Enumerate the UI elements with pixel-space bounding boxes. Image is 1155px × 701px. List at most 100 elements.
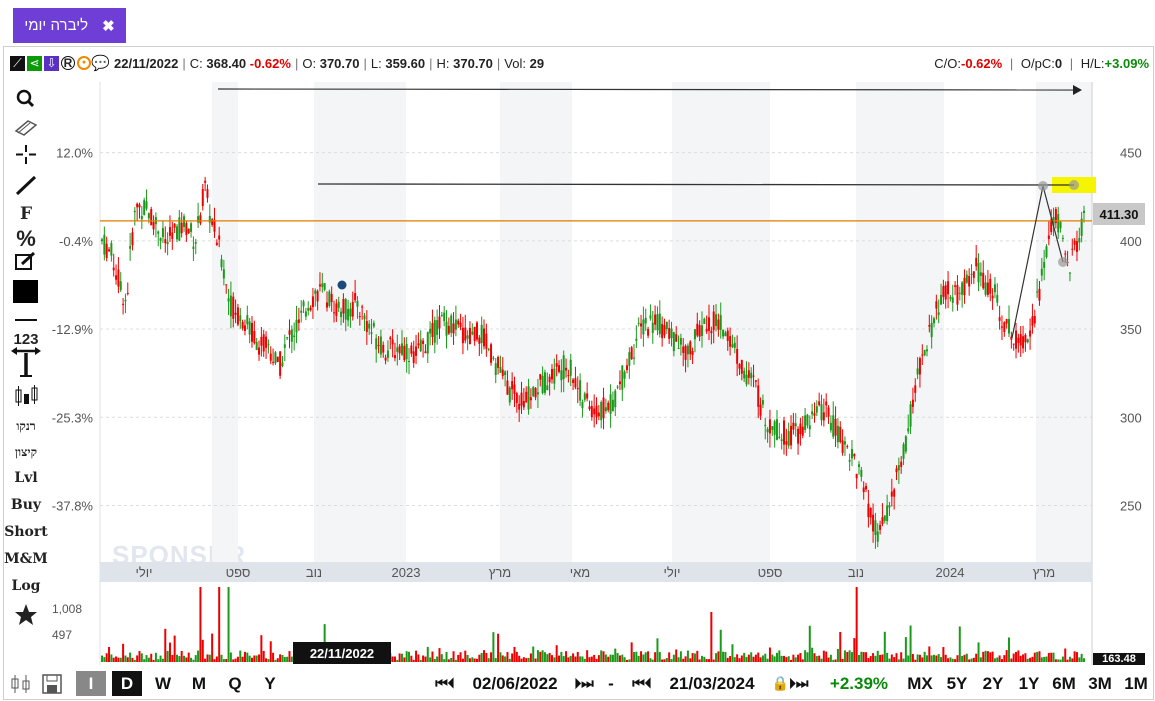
volume-bar bbox=[131, 657, 134, 662]
candle-body bbox=[651, 322, 654, 333]
volume-bar bbox=[265, 658, 268, 662]
candle-body bbox=[335, 303, 338, 316]
candle-body bbox=[778, 436, 781, 438]
candle-body bbox=[1078, 237, 1081, 243]
candle-body bbox=[644, 317, 647, 324]
candle-body bbox=[963, 277, 966, 296]
candle-body bbox=[180, 222, 183, 234]
volume-bar bbox=[124, 655, 127, 662]
candle-body bbox=[443, 312, 446, 322]
volume-bar bbox=[658, 652, 661, 662]
volume-bar bbox=[403, 657, 406, 662]
interval-quarterly[interactable]: Q bbox=[220, 671, 250, 696]
candle-body bbox=[117, 269, 120, 287]
save-icon[interactable] bbox=[40, 672, 64, 696]
volume-bar bbox=[588, 657, 591, 662]
candle-body bbox=[768, 419, 771, 434]
candle-body bbox=[600, 402, 603, 421]
candle-body bbox=[457, 320, 460, 325]
volume-bar bbox=[689, 658, 692, 662]
candle-body bbox=[492, 357, 495, 359]
volume-bar bbox=[480, 652, 483, 662]
volume-bar bbox=[497, 633, 500, 662]
volume-bar bbox=[633, 652, 636, 662]
end-lock-next-icon[interactable]: 🔒 ⏵⏭ bbox=[764, 671, 816, 696]
candle-body bbox=[389, 337, 392, 340]
interval-intraday[interactable]: I bbox=[76, 671, 106, 696]
volume-bar bbox=[1031, 656, 1034, 662]
volume-bar bbox=[1083, 658, 1085, 662]
volume-bar bbox=[454, 659, 457, 662]
candle-body bbox=[975, 257, 978, 267]
candle-body bbox=[1068, 272, 1071, 274]
candle-body bbox=[246, 315, 249, 325]
candle-body bbox=[942, 286, 945, 297]
volume-bar bbox=[724, 651, 727, 662]
indicator-icon[interactable] bbox=[8, 672, 34, 696]
volume-bar bbox=[897, 659, 900, 662]
candle-body bbox=[211, 219, 214, 225]
candle-body bbox=[1075, 241, 1078, 252]
bottom-toolbar: I D W M Q Y ⏮⏴ 02/06/2022 ⏵⏭ - ⏮⏴ 21/03/… bbox=[0, 668, 1155, 701]
range-5y[interactable]: 5Y bbox=[940, 671, 974, 696]
candle-body bbox=[274, 352, 277, 364]
range-mx[interactable]: MX bbox=[902, 671, 938, 696]
candle-body bbox=[576, 387, 579, 390]
volume-bar bbox=[487, 658, 490, 662]
volume-bar bbox=[867, 657, 870, 662]
volume-bar bbox=[443, 659, 446, 662]
volume-bar bbox=[604, 654, 607, 662]
volume-bar bbox=[283, 656, 286, 662]
volume-bar bbox=[220, 654, 223, 662]
volume-bar bbox=[855, 587, 858, 662]
volume-bar bbox=[860, 651, 863, 662]
start-date[interactable]: 02/06/2022 bbox=[466, 671, 564, 696]
volume-bar bbox=[607, 656, 610, 662]
volume-bar bbox=[848, 650, 851, 662]
candle-body bbox=[288, 330, 291, 335]
range-2y[interactable]: 2Y bbox=[976, 671, 1010, 696]
candle-body bbox=[424, 351, 427, 354]
interval-daily[interactable]: D bbox=[112, 671, 142, 696]
candle-body bbox=[1005, 319, 1008, 324]
candle-body bbox=[382, 344, 385, 353]
volume-bar bbox=[675, 649, 678, 662]
anchor-point bbox=[1069, 180, 1079, 190]
range-1y[interactable]: 1Y bbox=[1012, 671, 1046, 696]
candle-body bbox=[982, 272, 985, 289]
start-prev-icon[interactable]: ⏮⏴ bbox=[427, 671, 463, 696]
candle-body bbox=[682, 346, 685, 353]
candle-body bbox=[696, 323, 699, 336]
volume-bar bbox=[822, 650, 825, 662]
end-prev-icon[interactable]: ⏮⏴ bbox=[624, 671, 660, 696]
range-6m[interactable]: 6M bbox=[1047, 671, 1081, 696]
range-1m[interactable]: 1M bbox=[1119, 671, 1153, 696]
volume-bar bbox=[858, 654, 861, 662]
volume-bar bbox=[1008, 637, 1011, 662]
range-3m[interactable]: 3M bbox=[1083, 671, 1117, 696]
price-chart[interactable]: 450 400 350 300 250 12.0% -0.4% -12.9% -25.3% -37… bbox=[0, 0, 1155, 701]
volume-bar bbox=[541, 650, 544, 662]
volume-bar bbox=[586, 650, 589, 662]
volume-bar bbox=[1061, 656, 1064, 662]
candle-body bbox=[839, 426, 842, 442]
volume-bar bbox=[944, 654, 947, 662]
end-date[interactable]: 21/03/2024 bbox=[663, 671, 761, 696]
candle-body bbox=[377, 344, 380, 346]
volume-bar bbox=[1017, 650, 1020, 662]
candle-body bbox=[921, 354, 924, 356]
candle-body bbox=[269, 353, 272, 361]
candle-body bbox=[829, 422, 832, 431]
start-next-icon[interactable]: ⏵⏭ bbox=[566, 671, 602, 696]
interval-monthly[interactable]: M bbox=[184, 671, 214, 696]
interval-yearly[interactable]: Y bbox=[255, 671, 285, 696]
interval-weekly[interactable]: W bbox=[148, 671, 178, 696]
volume-bar bbox=[452, 651, 455, 662]
volume-bar bbox=[958, 626, 961, 662]
volume-bar bbox=[766, 658, 769, 662]
volume-bar bbox=[621, 654, 624, 662]
volume-bar bbox=[190, 657, 193, 662]
volume-bar bbox=[248, 655, 251, 662]
candle-body bbox=[843, 441, 846, 445]
candle-body bbox=[197, 216, 200, 223]
